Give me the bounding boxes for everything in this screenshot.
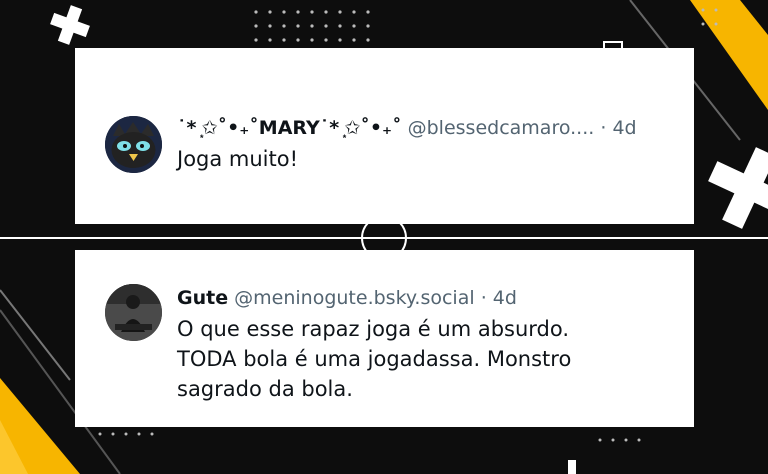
- user-handle[interactable]: @blessedcamaro....: [408, 117, 595, 139]
- separator-dot: ·: [480, 287, 487, 309]
- post-time[interactable]: 4d: [612, 117, 636, 139]
- post-card[interactable]: Gute @meninogute.bsky.social · 4d O que …: [75, 250, 694, 427]
- person-photo-avatar-icon: [105, 284, 162, 341]
- display-name[interactable]: ˙* ͙✩˚•₊˚MARY˙* ͙✩˚•₊˚: [177, 117, 402, 139]
- post-text: Joga muito!: [177, 147, 299, 171]
- display-name[interactable]: Gute: [177, 287, 228, 309]
- separator-dot: ·: [600, 117, 607, 139]
- avatar[interactable]: [105, 116, 162, 173]
- post-header: ˙* ͙✩˚•₊˚MARY˙* ͙✩˚•₊˚ @blessedcamaro...…: [177, 116, 637, 140]
- user-handle[interactable]: @meninogute.bsky.social: [234, 287, 475, 309]
- post-time[interactable]: 4d: [493, 287, 517, 309]
- post-header: Gute @meninogute.bsky.social · 4d: [177, 286, 517, 310]
- post-card[interactable]: ˙* ͙✩˚•₊˚MARY˙* ͙✩˚•₊˚ @blessedcamaro...…: [75, 48, 694, 224]
- post-text: O que esse rapaz joga é um absurdo. TODA…: [177, 317, 572, 401]
- avatar[interactable]: [105, 284, 162, 341]
- cartoon-bird-avatar-icon: [105, 116, 162, 173]
